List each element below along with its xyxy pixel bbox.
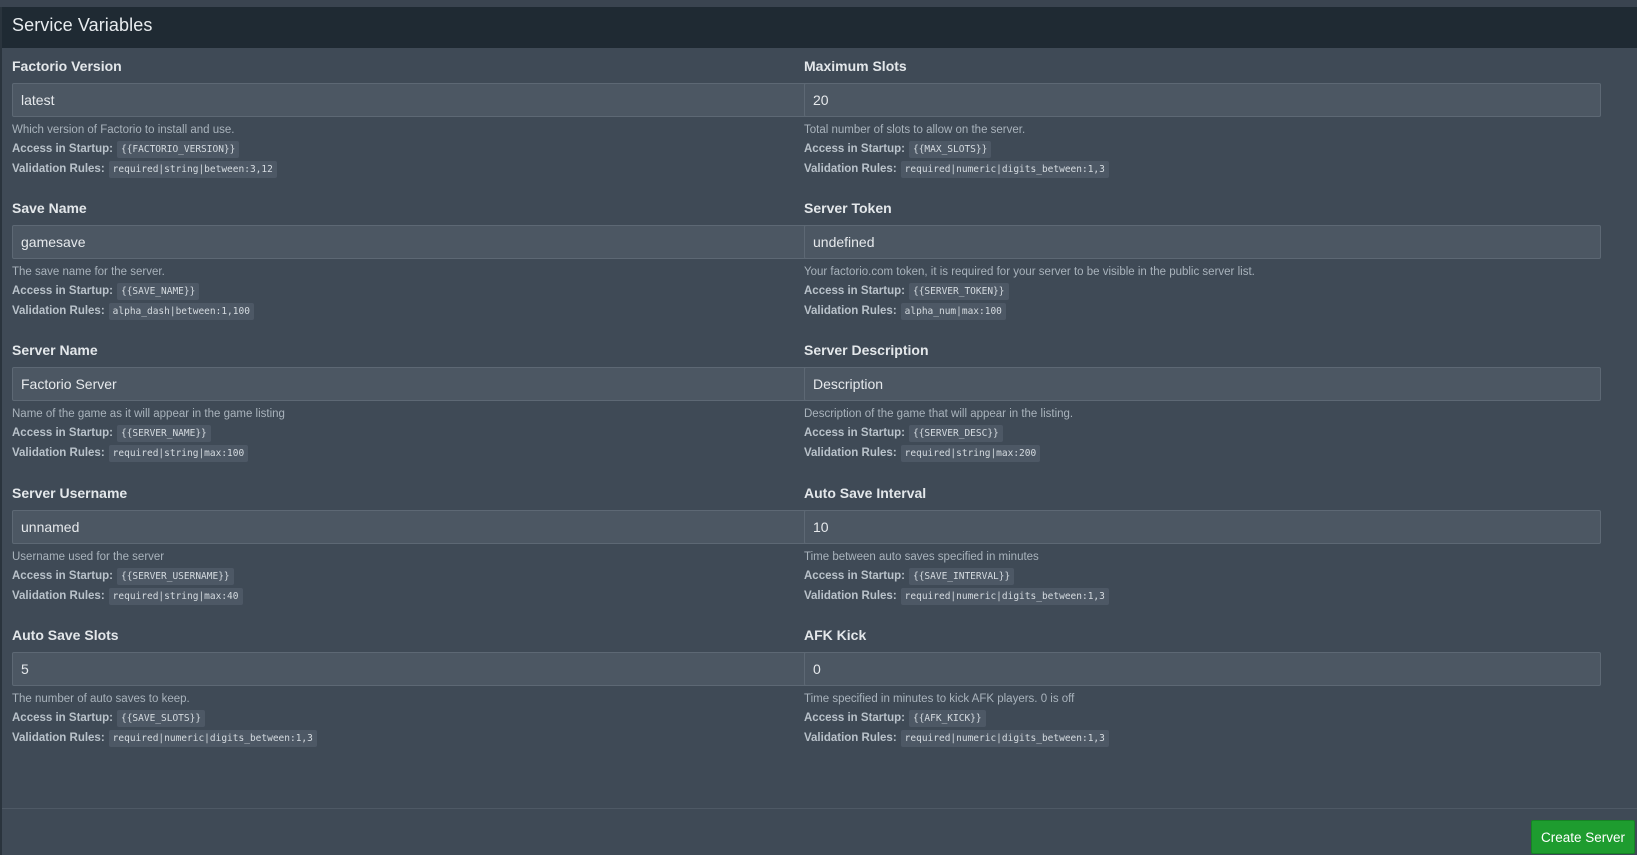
variable-label: Maximum Slots bbox=[804, 58, 907, 74]
panel-title: Service Variables bbox=[12, 15, 153, 35]
variable-description: Username used for the server bbox=[12, 551, 165, 563]
validation-rules-code: required|numeric|digits_between:1,3 bbox=[900, 729, 1109, 747]
validation-rules-code: alpha_num|max:100 bbox=[900, 302, 1006, 320]
access-row: Access in Startup: {{SAVE_NAME}} bbox=[12, 282, 200, 300]
variable-label: Server Description bbox=[804, 342, 929, 358]
access-label: Access in Startup: bbox=[804, 285, 905, 297]
validation-rules-code: required|string|max:200 bbox=[900, 444, 1041, 462]
rules-row: Validation Rules: required|string|max:20… bbox=[804, 444, 1041, 462]
access-label: Access in Startup: bbox=[12, 712, 113, 724]
variable-label: Server Token bbox=[804, 200, 892, 216]
variable-input[interactable] bbox=[12, 367, 809, 401]
access-row: Access in Startup: {{SERVER_DESC}} bbox=[804, 424, 1003, 442]
access-label: Access in Startup: bbox=[12, 427, 113, 439]
variable-description: The save name for the server. bbox=[12, 266, 165, 278]
startup-variable-code: {{FACTORIO_VERSION}} bbox=[116, 140, 240, 158]
rules-row: Validation Rules: alpha_dash|between:1,1… bbox=[12, 302, 254, 320]
variable-description: Description of the game that will appear… bbox=[804, 408, 1074, 420]
variable-description: Total number of slots to allow on the se… bbox=[804, 124, 1026, 136]
rules-label: Validation Rules: bbox=[804, 447, 897, 459]
rules-label: Validation Rules: bbox=[804, 305, 897, 317]
variable-label: Factorio Version bbox=[12, 58, 122, 74]
access-label: Access in Startup: bbox=[804, 712, 905, 724]
access-label: Access in Startup: bbox=[12, 143, 113, 155]
variable-description: Which version of Factorio to install and… bbox=[12, 124, 235, 136]
rules-label: Validation Rules: bbox=[12, 732, 105, 744]
rules-label: Validation Rules: bbox=[12, 590, 105, 602]
rules-label: Validation Rules: bbox=[12, 447, 105, 459]
footer-divider bbox=[2, 808, 1637, 809]
rules-label: Validation Rules: bbox=[804, 732, 897, 744]
rules-label: Validation Rules: bbox=[804, 590, 897, 602]
create-server-button[interactable]: Create Server bbox=[1531, 820, 1635, 854]
startup-variable-code: {{SERVER_NAME}} bbox=[116, 424, 211, 442]
validation-rules-code: required|string|max:40 bbox=[108, 587, 243, 605]
validation-rules-code: required|numeric|digits_between:1,3 bbox=[108, 729, 317, 747]
startup-variable-code: {{SAVE_INTERVAL}} bbox=[908, 567, 1015, 585]
access-row: Access in Startup: {{SERVER_TOKEN}} bbox=[804, 282, 1009, 300]
startup-variable-code: {{SAVE_SLOTS}} bbox=[116, 709, 206, 727]
access-row: Access in Startup: {{SAVE_SLOTS}} bbox=[12, 709, 206, 727]
rules-label: Validation Rules: bbox=[12, 163, 105, 175]
access-label: Access in Startup: bbox=[12, 570, 113, 582]
validation-rules-code: required|string|between:3,12 bbox=[108, 160, 277, 178]
variable-description: The number of auto saves to keep. bbox=[12, 693, 190, 705]
rules-label: Validation Rules: bbox=[804, 163, 897, 175]
variable-input[interactable] bbox=[804, 225, 1601, 259]
top-strip bbox=[0, 0, 1637, 7]
startup-variable-code: {{SERVER_DESC}} bbox=[908, 424, 1003, 442]
startup-variable-code: {{SERVER_USERNAME}} bbox=[116, 567, 234, 585]
variable-label: Save Name bbox=[12, 200, 87, 216]
access-row: Access in Startup: {{MAX_SLOTS}} bbox=[804, 140, 992, 158]
variable-input[interactable] bbox=[12, 225, 809, 259]
variable-input[interactable] bbox=[804, 510, 1601, 544]
service-variables-page: Service Variables Factorio Version Which… bbox=[0, 0, 1637, 855]
access-label: Access in Startup: bbox=[804, 143, 905, 155]
variable-description: Time specified in minutes to kick AFK pl… bbox=[804, 693, 1075, 705]
variable-input[interactable] bbox=[804, 652, 1601, 686]
validation-rules-code: required|string|max:100 bbox=[108, 444, 249, 462]
rules-label: Validation Rules: bbox=[12, 305, 105, 317]
startup-variable-code: {{AFK_KICK}} bbox=[908, 709, 986, 727]
rules-row: Validation Rules: required|numeric|digit… bbox=[804, 729, 1109, 747]
rules-row: Validation Rules: required|string|betwee… bbox=[12, 160, 277, 178]
access-label: Access in Startup: bbox=[12, 285, 113, 297]
rules-row: Validation Rules: required|numeric|digit… bbox=[12, 729, 317, 747]
variable-label: Auto Save Interval bbox=[804, 485, 927, 501]
startup-variable-code: {{SERVER_TOKEN}} bbox=[908, 282, 1009, 300]
access-row: Access in Startup: {{SERVER_NAME}} bbox=[12, 424, 211, 442]
access-row: Access in Startup: {{AFK_KICK}} bbox=[804, 709, 986, 727]
rules-row: Validation Rules: required|numeric|digit… bbox=[804, 160, 1109, 178]
panel-header: Service Variables bbox=[2, 7, 1637, 48]
variable-description: Name of the game as it will appear in th… bbox=[12, 408, 285, 420]
startup-variable-code: {{SAVE_NAME}} bbox=[116, 282, 200, 300]
variable-description: Time between auto saves specified in min… bbox=[804, 551, 1039, 563]
rules-row: Validation Rules: required|string|max:10… bbox=[12, 444, 249, 462]
variable-input[interactable] bbox=[12, 652, 809, 686]
validation-rules-code: required|numeric|digits_between:1,3 bbox=[900, 160, 1109, 178]
variable-input[interactable] bbox=[12, 510, 809, 544]
validation-rules-code: alpha_dash|between:1,100 bbox=[108, 302, 254, 320]
variable-input[interactable] bbox=[804, 83, 1601, 117]
access-row: Access in Startup: {{FACTORIO_VERSION}} bbox=[12, 140, 240, 158]
rules-row: Validation Rules: alpha_num|max:100 bbox=[804, 302, 1006, 320]
left-border bbox=[0, 7, 2, 855]
validation-rules-code: required|numeric|digits_between:1,3 bbox=[900, 587, 1109, 605]
access-row: Access in Startup: {{SAVE_INTERVAL}} bbox=[804, 567, 1015, 585]
rules-row: Validation Rules: required|numeric|digit… bbox=[804, 587, 1109, 605]
variable-input[interactable] bbox=[804, 367, 1601, 401]
rules-row: Validation Rules: required|string|max:40 bbox=[12, 587, 243, 605]
variable-label: AFK Kick bbox=[804, 627, 867, 643]
variable-description: Your factorio.com token, it is required … bbox=[804, 266, 1255, 278]
access-label: Access in Startup: bbox=[804, 427, 905, 439]
variable-label: Auto Save Slots bbox=[12, 627, 119, 643]
variable-input[interactable] bbox=[12, 83, 809, 117]
variable-label: Server Username bbox=[12, 485, 128, 501]
access-row: Access in Startup: {{SERVER_USERNAME}} bbox=[12, 567, 234, 585]
access-label: Access in Startup: bbox=[804, 570, 905, 582]
variable-label: Server Name bbox=[12, 342, 98, 358]
startup-variable-code: {{MAX_SLOTS}} bbox=[908, 140, 992, 158]
